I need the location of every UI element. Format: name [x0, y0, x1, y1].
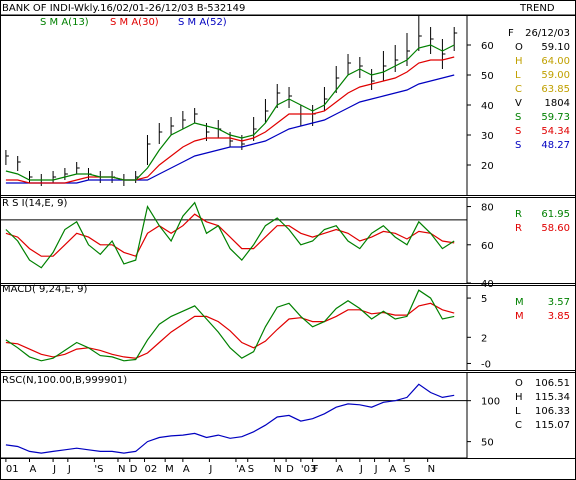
y-tick-label: 5	[481, 294, 487, 305]
info-value: 115.34	[535, 392, 570, 403]
y-tick-label: 40	[481, 101, 494, 112]
y-tick-label: 2	[481, 333, 487, 344]
info-value: 1804	[545, 98, 570, 109]
x-tick-label: 02	[145, 464, 158, 475]
info-value: 106.33	[535, 406, 570, 417]
info-value: 59.00	[541, 70, 570, 81]
rsi-title: R S I(14,E, 9)	[2, 198, 67, 209]
info-key: R	[515, 223, 522, 234]
y-tick-label: -0	[481, 359, 491, 370]
info-value: 115.07	[535, 420, 570, 431]
info-key: S	[515, 140, 521, 151]
info-key: M	[515, 297, 524, 308]
x-tick-label: N	[274, 464, 281, 475]
x-tick-label: J	[374, 464, 378, 475]
x-tick-label: D	[286, 464, 294, 475]
info-value: 58.60	[541, 223, 570, 234]
info-value: 63.85	[541, 84, 570, 95]
info-value: 64.00	[541, 56, 570, 67]
x-tick-label: S	[248, 464, 254, 475]
y-tick-label: 50	[481, 438, 494, 449]
info-key: L	[515, 70, 521, 81]
x-tick-label: A	[29, 464, 36, 475]
info-key: S	[515, 126, 521, 137]
y-tick-label: 80	[481, 203, 494, 214]
y-tick-label: 30	[481, 131, 494, 142]
chart-title: BANK OF INDI-Wkly.16/02/01-26/12/03 B-53…	[2, 3, 245, 14]
x-tick-label: A	[183, 464, 190, 475]
info-value: 3.85	[548, 311, 570, 322]
info-value: 59.10	[541, 42, 570, 53]
info-key: L	[515, 406, 521, 417]
x-tick-label: J	[359, 464, 363, 475]
info-value: 26/12/03	[525, 28, 570, 39]
x-tick-label: 'A	[236, 464, 246, 475]
x-tick-label: D	[130, 464, 138, 475]
legend-sma13: S M A(13)	[40, 17, 89, 28]
info-value: 59.73	[541, 112, 570, 123]
info-key: C	[515, 420, 522, 431]
x-tick-label: N	[428, 464, 435, 475]
x-tick-label: 'S	[94, 464, 103, 475]
info-key: F	[508, 28, 514, 39]
y-tick-label: 100	[481, 397, 500, 408]
info-value: 48.27	[541, 140, 570, 151]
x-tick-label: S	[404, 464, 410, 475]
trend-label: TREND	[519, 3, 555, 14]
sma-legend: S M A(13) S M A(30) S M A(52)	[40, 17, 227, 28]
info-value: 54.34	[541, 126, 570, 137]
legend-sma52: S M A(52)	[178, 17, 227, 28]
info-key: S	[515, 112, 521, 123]
info-key: C	[515, 84, 522, 95]
info-key: V	[515, 98, 522, 109]
info-key: O	[515, 42, 523, 53]
x-tick-label: J	[52, 464, 56, 475]
y-tick-label: 60	[481, 41, 494, 52]
y-tick-label: 40	[481, 279, 494, 290]
x-tick-label: A	[389, 464, 396, 475]
x-tick-label: A	[336, 464, 343, 475]
x-tick-label: 01	[6, 464, 19, 475]
rsc-title: RSC(N,100.00,B,999901)	[2, 375, 127, 386]
info-key: H	[515, 392, 523, 403]
x-tick-label: F	[313, 464, 319, 475]
info-key: O	[515, 378, 523, 389]
x-tick-label: N	[118, 464, 125, 475]
info-key: R	[515, 209, 522, 220]
info-key: M	[515, 311, 524, 322]
x-tick-label: J	[67, 464, 71, 475]
technical-chart: BANK OF INDI-Wkly.16/02/01-26/12/03 B-53…	[0, 0, 576, 480]
info-key: H	[515, 56, 523, 67]
legend-sma30: S M A(30)	[110, 17, 159, 28]
y-tick-label: 50	[481, 71, 494, 82]
info-value: 106.51	[535, 378, 570, 389]
y-tick-label: 60	[481, 241, 494, 252]
x-tick-label: J	[208, 464, 212, 475]
info-value: 3.57	[548, 297, 570, 308]
y-tick-label: 20	[481, 161, 494, 172]
x-tick-label: M	[165, 464, 174, 475]
info-value: 61.95	[541, 209, 570, 220]
